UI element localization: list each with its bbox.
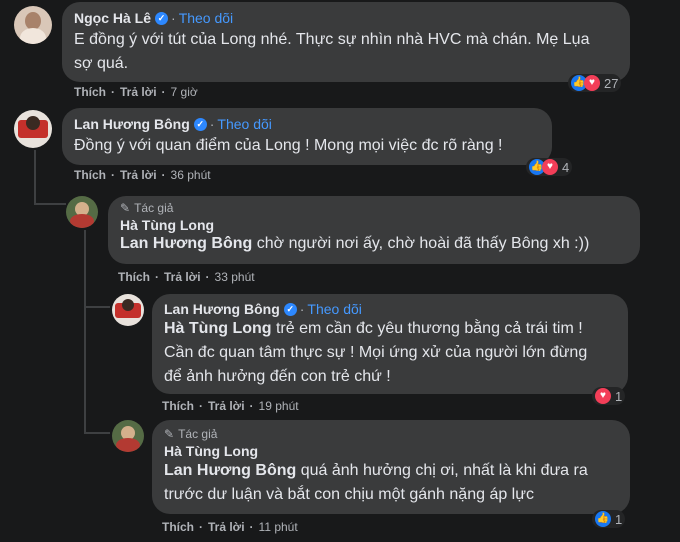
- reply-button[interactable]: Trả lời: [120, 168, 157, 182]
- separator: ·: [171, 10, 176, 26]
- follow-button[interactable]: Theo dõi: [179, 10, 233, 26]
- comment-bubble: ✎ Tác giả Hà Tùng Long Lan Hương Bông qu…: [152, 420, 630, 514]
- comment-actions: Thích · Trả lời · 7 giờ: [74, 85, 198, 99]
- reaction-count: 4: [562, 159, 570, 175]
- separator: ·: [209, 116, 215, 132]
- author-tag: ✎ Tác giả: [120, 201, 174, 215]
- thread-line: [84, 306, 110, 308]
- comment-actions: Thích · Trả lời · 11 phút: [162, 520, 298, 534]
- reaction-summary[interactable]: ♥ 1: [592, 387, 626, 405]
- comment-text: Đồng ý với quan điểm của Long ! Mong mọi…: [74, 137, 503, 154]
- commenter-name[interactable]: Lan Hương Bông: [74, 116, 190, 132]
- mention-link[interactable]: Lan Hương Bông: [120, 235, 252, 252]
- comment-text: Hà Tùng Long trẻ em cần đc yêu thương bằ…: [164, 320, 588, 385]
- like-button[interactable]: Thích: [74, 85, 106, 99]
- reaction-count: 1: [615, 388, 623, 404]
- reply-button[interactable]: Trả lời: [208, 399, 245, 413]
- reply-button[interactable]: Trả lời: [208, 520, 245, 534]
- commenter-name[interactable]: Hà Tùng Long: [120, 217, 214, 233]
- commenter-name[interactable]: Lan Hương Bông: [164, 301, 280, 317]
- reaction-summary[interactable]: 👍 ♥ 4: [526, 158, 573, 176]
- comment-text: Lan Hương Bông chờ người nơi ấy, chờ hoà…: [120, 235, 590, 252]
- comment-bubble: Lan Hương Bông ✓ · Theo dõi Hà Tùng Long…: [152, 294, 628, 394]
- comment-time[interactable]: 11 phút: [259, 520, 298, 534]
- like-button[interactable]: Thích: [162, 399, 194, 413]
- pencil-icon: ✎: [164, 427, 175, 441]
- avatar[interactable]: [112, 294, 144, 326]
- love-reaction-icon: ♥: [595, 388, 611, 404]
- comment-time[interactable]: 36 phút: [171, 168, 211, 182]
- thread-line: [34, 150, 36, 205]
- avatar[interactable]: [66, 196, 98, 228]
- thread-line: [84, 432, 110, 434]
- love-reaction-icon: ♥: [542, 159, 558, 175]
- reaction-count: 1: [615, 511, 623, 527]
- comment-actions: Thích · Trả lời · 36 phút: [74, 168, 211, 182]
- thread-line: [84, 230, 86, 434]
- reply-button[interactable]: Trả lời: [164, 270, 201, 284]
- author-tag: ✎ Tác giả: [164, 427, 218, 441]
- reaction-count: 27: [604, 75, 619, 91]
- comment-text: Lan Hương Bông quá ảnh hưởng chị ơi, nhấ…: [164, 462, 588, 503]
- verified-badge-icon: ✓: [155, 11, 169, 25]
- avatar[interactable]: [14, 6, 52, 44]
- like-reaction-icon: 👍: [595, 511, 611, 527]
- comment-time[interactable]: 19 phút: [259, 399, 299, 413]
- reaction-summary[interactable]: 👍 ♥ 27: [568, 74, 622, 92]
- commenter-name[interactable]: Hà Tùng Long: [164, 443, 258, 459]
- avatar[interactable]: [14, 110, 52, 148]
- mention-link[interactable]: Lan Hương Bông: [164, 462, 296, 479]
- verified-badge-icon: ✓: [283, 302, 297, 316]
- thread-line: [34, 203, 66, 205]
- comment-time[interactable]: 7 giờ: [171, 85, 198, 99]
- reaction-summary[interactable]: 👍 1: [592, 510, 626, 528]
- separator: ·: [299, 301, 305, 317]
- like-button[interactable]: Thích: [162, 520, 194, 534]
- comment-bubble: ✎ Tác giả Hà Tùng Long Lan Hương Bông ch…: [108, 196, 640, 264]
- comment-bubble: Lan Hương Bông ✓ · Theo dõi Đồng ý với q…: [62, 108, 552, 165]
- follow-button[interactable]: Theo dõi: [217, 116, 271, 132]
- mention-link[interactable]: Hà Tùng Long: [164, 320, 272, 337]
- reply-button[interactable]: Trả lời: [120, 85, 157, 99]
- comment-bubble: Ngọc Hà Lê ✓ · Theo dõi E đồng ý với tút…: [62, 2, 630, 82]
- commenter-name[interactable]: Ngọc Hà Lê: [74, 10, 151, 26]
- like-button[interactable]: Thích: [74, 168, 106, 182]
- follow-button[interactable]: Theo dõi: [307, 301, 361, 317]
- avatar[interactable]: [112, 420, 144, 452]
- pencil-icon: ✎: [120, 201, 131, 215]
- love-reaction-icon: ♥: [584, 75, 600, 91]
- verified-badge-icon: ✓: [193, 117, 207, 131]
- comment-actions: Thích · Trả lời · 19 phút: [162, 399, 299, 413]
- like-button[interactable]: Thích: [118, 270, 150, 284]
- comment-text: E đồng ý với tút của Long nhé. Thực sự n…: [74, 31, 590, 72]
- comment-time[interactable]: 33 phút: [215, 270, 255, 284]
- comment-actions: Thích · Trả lời · 33 phút: [118, 270, 255, 284]
